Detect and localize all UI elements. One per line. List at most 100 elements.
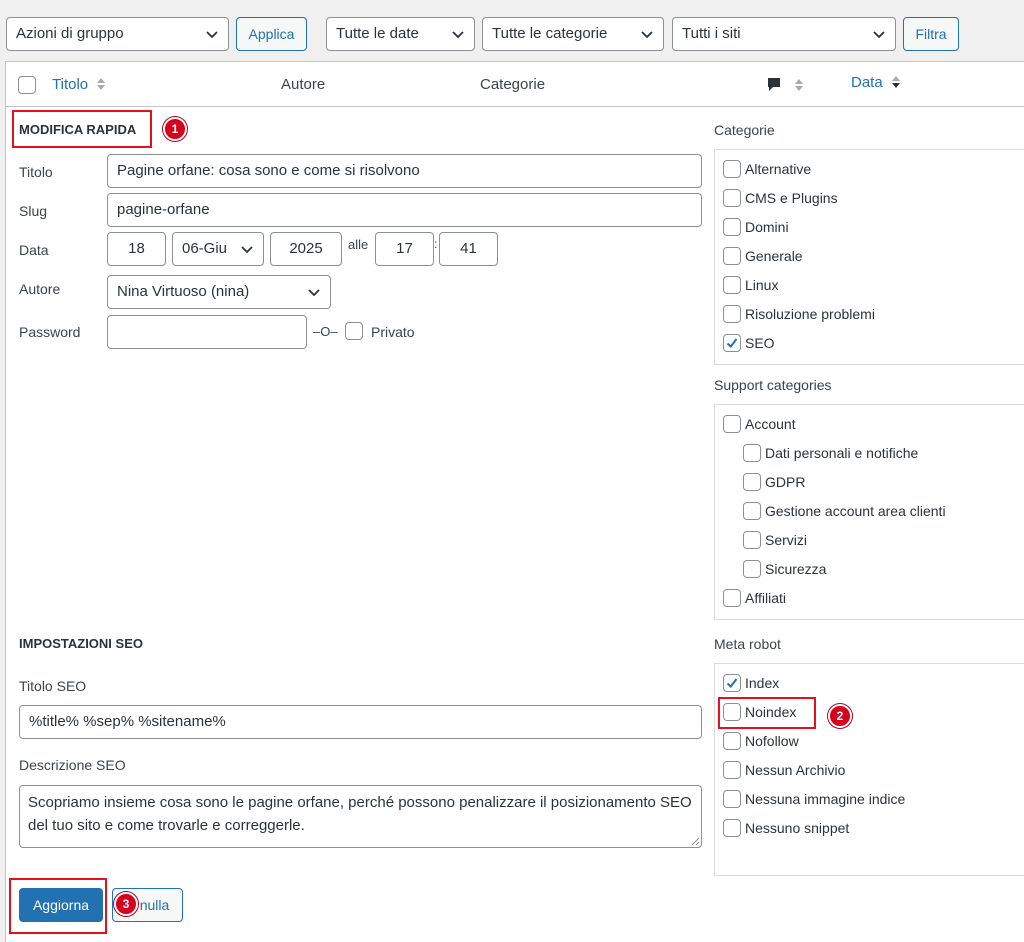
column-author: Autore bbox=[281, 76, 326, 93]
seo-title-label: Titolo SEO bbox=[19, 678, 87, 694]
title-label: Titolo bbox=[19, 164, 53, 180]
at-label: alle bbox=[348, 237, 369, 252]
password-label: Password bbox=[19, 324, 81, 340]
support-label: Sicurezza bbox=[765, 561, 827, 577]
highlight-box-1 bbox=[12, 110, 152, 148]
seo-heading: IMPOSTAZIONI SEO bbox=[19, 636, 143, 651]
support-label: Gestione account area clienti bbox=[765, 503, 946, 519]
robot-checkbox[interactable] bbox=[723, 732, 741, 750]
robot-label: Nessuna immagine indice bbox=[745, 791, 906, 807]
robot-checkbox[interactable] bbox=[723, 790, 741, 808]
category-label: Risoluzione problemi bbox=[745, 306, 875, 322]
dates-filter-select[interactable]: Tutte le date bbox=[326, 17, 475, 51]
sort-desc-icon bbox=[891, 76, 900, 88]
step-badge-1: 1 bbox=[163, 117, 187, 141]
resize-handle-icon[interactable] bbox=[690, 836, 700, 846]
or-separator: –O– bbox=[313, 324, 338, 339]
support-label: Servizi bbox=[765, 532, 808, 548]
categories-filter-select[interactable]: Tutte le categorie bbox=[482, 17, 664, 51]
step-badge-2: 2 bbox=[828, 704, 852, 728]
apply-button[interactable]: Applica bbox=[236, 17, 307, 51]
seo-description-textarea[interactable]: Scopriamo insieme cosa sono le pagine or… bbox=[19, 785, 702, 848]
support-checkbox[interactable] bbox=[743, 444, 761, 462]
sort-icon bbox=[794, 79, 803, 91]
hour-input[interactable]: 17 bbox=[375, 232, 434, 266]
chevron-down-icon bbox=[641, 31, 653, 39]
bulk-actions-value: Azioni di gruppo bbox=[16, 25, 124, 42]
categories-filter-value: Tutte le categorie bbox=[492, 25, 608, 42]
comment-bubble-icon bbox=[768, 78, 780, 91]
select-all-checkbox[interactable] bbox=[18, 76, 36, 94]
column-comments[interactable] bbox=[766, 76, 804, 95]
support-categories-heading: Support categories bbox=[714, 377, 832, 393]
table-header: Titolo Autore Categorie Data bbox=[5, 61, 1024, 107]
category-label: Linux bbox=[745, 277, 779, 293]
highlight-box-2 bbox=[718, 697, 816, 729]
column-title[interactable]: Titolo bbox=[52, 76, 106, 93]
title-input[interactable]: Pagine orfane: cosa sono e come si risol… bbox=[107, 154, 702, 188]
category-checkbox[interactable] bbox=[723, 247, 741, 265]
column-date[interactable]: Data bbox=[851, 74, 901, 91]
robot-label: Nessuno snippet bbox=[745, 820, 850, 836]
date-label: Data bbox=[19, 242, 49, 258]
password-input[interactable] bbox=[107, 315, 307, 349]
day-input[interactable]: 18 bbox=[107, 232, 166, 266]
minute-input[interactable]: 41 bbox=[439, 232, 498, 266]
sites-filter-select[interactable]: Tutti i siti bbox=[672, 17, 896, 51]
robot-label: Nofollow bbox=[745, 733, 799, 749]
chevron-down-icon bbox=[452, 31, 464, 39]
support-checkbox[interactable] bbox=[723, 415, 741, 433]
categories-heading: Categorie bbox=[714, 122, 775, 138]
column-categories: Categorie bbox=[480, 76, 546, 93]
support-checkbox[interactable] bbox=[743, 502, 761, 520]
author-label: Autore bbox=[19, 281, 61, 297]
robot-checkbox[interactable] bbox=[723, 674, 741, 692]
support-checkbox[interactable] bbox=[723, 589, 741, 607]
support-label: GDPR bbox=[765, 474, 806, 490]
category-label: Domini bbox=[745, 219, 789, 235]
sort-icon bbox=[97, 78, 106, 90]
year-input[interactable]: 2025 bbox=[270, 232, 342, 266]
category-label: Generale bbox=[745, 248, 803, 264]
category-label: CMS e Plugins bbox=[745, 190, 838, 206]
checkmark-icon bbox=[726, 338, 738, 348]
category-label: SEO bbox=[745, 335, 775, 351]
robot-checkbox[interactable] bbox=[723, 819, 741, 837]
support-label: Dati personali e notifiche bbox=[765, 445, 919, 461]
chevron-down-icon bbox=[241, 246, 253, 254]
support-checkbox[interactable] bbox=[743, 531, 761, 549]
step-badge-3: 3 bbox=[114, 892, 138, 916]
bulk-actions-select[interactable]: Azioni di gruppo bbox=[6, 17, 229, 51]
month-select[interactable]: 06-Giu bbox=[172, 232, 264, 266]
seo-description-label: Descrizione SEO bbox=[19, 757, 126, 773]
chevron-down-icon bbox=[308, 289, 320, 297]
dates-filter-value: Tutte le date bbox=[336, 25, 419, 42]
meta-robot-heading: Meta robot bbox=[714, 636, 781, 652]
robot-label: Index bbox=[745, 675, 780, 691]
private-checkbox[interactable] bbox=[345, 322, 363, 340]
category-checkbox[interactable] bbox=[723, 160, 741, 178]
category-label: Alternative bbox=[745, 161, 812, 177]
column-title-label: Titolo bbox=[52, 76, 89, 93]
support-checkbox[interactable] bbox=[743, 560, 761, 578]
private-label: Privato bbox=[371, 324, 415, 340]
time-colon: : bbox=[434, 237, 438, 251]
category-checkbox[interactable] bbox=[723, 334, 741, 352]
slug-input[interactable]: pagine-orfane bbox=[107, 193, 702, 227]
chevron-down-icon bbox=[206, 31, 218, 39]
support-checkbox[interactable] bbox=[743, 473, 761, 491]
slug-label: Slug bbox=[19, 203, 48, 219]
category-checkbox[interactable] bbox=[723, 189, 741, 207]
category-checkbox[interactable] bbox=[723, 276, 741, 294]
category-checkbox[interactable] bbox=[723, 305, 741, 323]
column-date-label: Data bbox=[851, 74, 883, 91]
author-value: Nina Virtuoso (nina) bbox=[117, 283, 250, 300]
author-select[interactable]: Nina Virtuoso (nina) bbox=[107, 275, 331, 309]
checkmark-icon bbox=[726, 678, 738, 688]
seo-title-input[interactable]: %title% %sep% %sitename% bbox=[19, 705, 702, 739]
filter-button[interactable]: Filtra bbox=[903, 17, 959, 51]
chevron-down-icon bbox=[873, 31, 885, 39]
highlight-box-3 bbox=[9, 878, 107, 934]
category-checkbox[interactable] bbox=[723, 218, 741, 236]
robot-checkbox[interactable] bbox=[723, 761, 741, 779]
